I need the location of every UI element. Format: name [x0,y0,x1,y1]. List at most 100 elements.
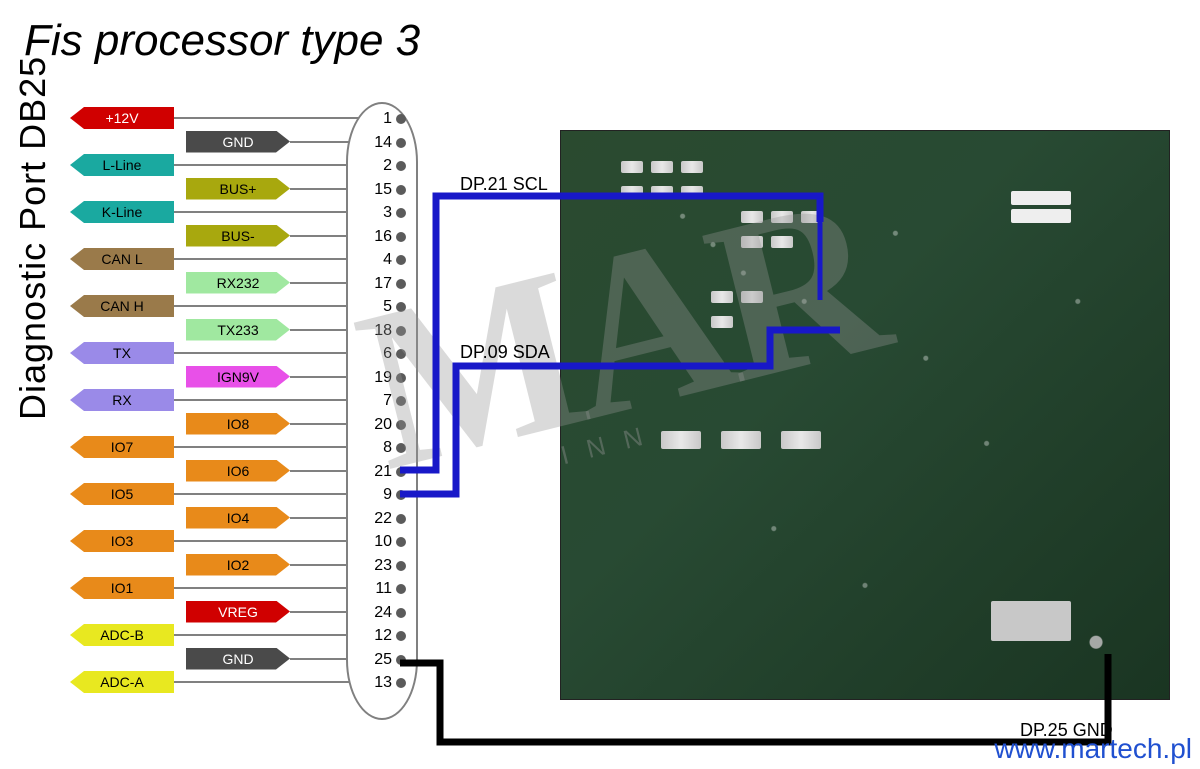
trace-label-scl: DP.21 SCL [460,174,548,195]
signal-tag-io4: IO4 [186,507,290,529]
pin-number: 4 [368,251,392,269]
signal-tag-io7: IO7 [70,436,174,458]
pin-dot-icon [396,490,406,500]
pin-dot-icon [396,138,406,148]
pin-6: 6 [368,345,406,363]
port-label: Diagnostic Port DB25 [12,56,54,420]
pin-dot-icon [396,114,406,124]
pin-dot-icon [396,349,406,359]
pin-25: 25 [368,651,406,669]
pin-number: 6 [368,345,392,363]
pin-number: 22 [368,510,392,528]
pin-dot-icon [396,396,406,406]
pin-dot-icon [396,631,406,641]
pin-dot-icon [396,584,406,594]
page-title: Fis processor type 3 [24,16,420,66]
pin-dot-icon [396,561,406,571]
pin-1: 1 [368,110,406,128]
signal-tag-io2: IO2 [186,554,290,576]
pin-dot-icon [396,514,406,524]
signal-tag-io6: IO6 [186,460,290,482]
pin-dot-icon [396,208,406,218]
pin-15: 15 [368,181,406,199]
pin-dot-icon [396,326,406,336]
pin-dot-icon [396,608,406,618]
signal-tag-vreg: VREG [186,601,290,623]
pin-dot-icon [396,373,406,383]
trace-label-sda: DP.09 SDA [460,342,550,363]
pin-22: 22 [368,510,406,528]
pin-dot-icon [396,255,406,265]
pin-dot-icon [396,279,406,289]
signal-tag-+12v: +12V [70,107,174,129]
pcb-photo [560,130,1170,700]
signal-tag-adc-b: ADC-B [70,624,174,646]
pin-number: 12 [368,627,392,645]
signal-tag-io5: IO5 [70,483,174,505]
pin-dot-icon [396,467,406,477]
pin-4: 4 [368,251,406,269]
pin-3: 3 [368,204,406,222]
pin-number: 3 [368,204,392,222]
pin-number: 20 [368,416,392,434]
pin-number: 5 [368,298,392,316]
pin-dot-icon [396,443,406,453]
signal-tag-bus-: BUS- [186,225,290,247]
signal-tag-rx232: RX232 [186,272,290,294]
pin-number: 18 [368,322,392,340]
pin-number: 15 [368,181,392,199]
pin-number: 25 [368,651,392,669]
pin-23: 23 [368,557,406,575]
signal-tag-rx: RX [70,389,174,411]
pin-number: 23 [368,557,392,575]
pin-dot-icon [396,161,406,171]
pin-9: 9 [368,486,406,504]
pin-19: 19 [368,369,406,387]
pin-number: 24 [368,604,392,622]
signal-tag-ign9v: IGN9V [186,366,290,388]
pin-24: 24 [368,604,406,622]
signal-tag-l-line: L-Line [70,154,174,176]
pin-dot-icon [396,537,406,547]
pin-12: 12 [368,627,406,645]
pin-16: 16 [368,228,406,246]
pin-number: 10 [368,533,392,551]
pin-number: 14 [368,134,392,152]
pin-13: 13 [368,674,406,692]
pin-21: 21 [368,463,406,481]
source-url: www.martech.pl [994,733,1192,765]
pin-number: 17 [368,275,392,293]
signal-tag-io1: IO1 [70,577,174,599]
pin-number: 16 [368,228,392,246]
pin-dot-icon [396,655,406,665]
pin-number: 8 [368,439,392,457]
pin-dot-icon [396,678,406,688]
pin-number: 11 [368,580,392,598]
pin-14: 14 [368,134,406,152]
signal-tag-io3: IO3 [70,530,174,552]
signal-tag-can-h: CAN H [70,295,174,317]
pin-18: 18 [368,322,406,340]
pin-number: 9 [368,486,392,504]
pin-dot-icon [396,232,406,242]
signal-tag-tx233: TX233 [186,319,290,341]
signal-tag-adc-a: ADC-A [70,671,174,693]
pin-8: 8 [368,439,406,457]
signal-tag-gnd: GND [186,131,290,153]
pin-20: 20 [368,416,406,434]
pin-10: 10 [368,533,406,551]
pin-number: 2 [368,157,392,175]
pin-number: 19 [368,369,392,387]
signal-tag-tx: TX [70,342,174,364]
pin-dot-icon [396,420,406,430]
pin-17: 17 [368,275,406,293]
pin-number: 1 [368,110,392,128]
pin-number: 21 [368,463,392,481]
pin-number: 7 [368,392,392,410]
signal-tag-gnd: GND [186,648,290,670]
pin-7: 7 [368,392,406,410]
pin-5: 5 [368,298,406,316]
signal-tag-can-l: CAN L [70,248,174,270]
pin-2: 2 [368,157,406,175]
pin-dot-icon [396,185,406,195]
